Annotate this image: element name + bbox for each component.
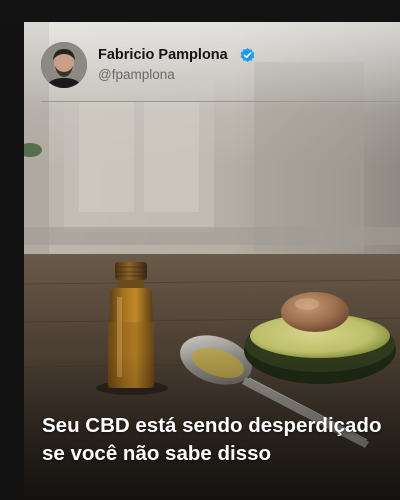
- top-bar: [0, 0, 400, 22]
- post-headline: Seu CBD está sendo desperdiçado se você …: [42, 414, 382, 465]
- author-name[interactable]: Fabricio Pamplona: [98, 47, 228, 63]
- post-card[interactable]: Fabricio Pamplona @fpamplona Seu CBD est…: [24, 22, 400, 500]
- screen: Fabricio Pamplona @fpamplona Seu CBD est…: [0, 0, 400, 500]
- avatar[interactable]: [41, 42, 87, 88]
- author-handle[interactable]: @fpamplona: [98, 67, 175, 82]
- post-header: Fabricio Pamplona @fpamplona: [24, 22, 400, 102]
- header-divider: [41, 101, 400, 102]
- verified-badge-icon: [240, 48, 255, 62]
